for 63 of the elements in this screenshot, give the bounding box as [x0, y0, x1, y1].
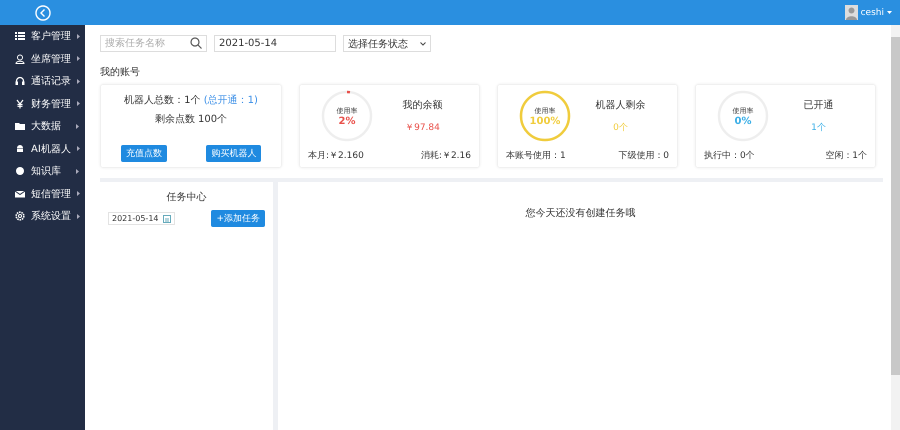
sidebar-item[interactable]: 短信管理 — [0, 182, 85, 205]
mail-icon — [15, 188, 25, 199]
stat-title: 我的余额 — [402, 98, 442, 112]
sidebar-item[interactable]: 知识库 — [0, 160, 85, 182]
task-center-title: 任务中心 — [166, 190, 208, 204]
gauge-percent: 2% — [338, 116, 356, 126]
usage-gauge — [518, 89, 572, 143]
stat-footer-text: 下级使用：0 — [618, 150, 669, 162]
caret-icon — [77, 56, 80, 62]
people-icon — [15, 54, 25, 64]
sidebar-item[interactable]: 大数据 — [0, 115, 85, 138]
stat-footer-text: 本月:￥2.160 — [308, 150, 364, 162]
stat-footer-text: 空闲：1个 — [825, 150, 867, 162]
caret-icon — [76, 124, 79, 129]
stat-value: 1个 — [811, 122, 826, 134]
sidebar-item[interactable]: 系统设置 — [0, 205, 85, 228]
folder-icon — [15, 121, 25, 132]
stat-value: ￥97.84 — [405, 122, 440, 134]
stat-footer-text: 本账号使用：1 — [506, 150, 566, 162]
action-button[interactable]: 充值点数 — [120, 145, 167, 162]
robot-icon — [15, 144, 25, 154]
sidebar-item[interactable]: 坐席管理 — [0, 48, 85, 70]
search-icon — [190, 37, 202, 49]
circle-icon — [15, 166, 25, 176]
caret-icon — [76, 146, 80, 152]
sidebar-item[interactable]: 客户管理 — [0, 25, 85, 48]
sidebar-item[interactable]: 财务管理 — [0, 92, 85, 115]
usage-gauge — [320, 89, 374, 143]
caret-icon — [77, 191, 80, 196]
date-field[interactable]: 2021-05-14 — [214, 35, 336, 52]
gauge-percent: 100% — [530, 116, 560, 126]
caret-icon — [887, 11, 892, 14]
date-field[interactable]: 2021-05-14 — [108, 212, 174, 225]
search-field[interactable]: 搜索任务名称 — [100, 35, 207, 52]
section-title: 我的账号 — [100, 66, 141, 79]
stat-title: 已开通 — [804, 98, 834, 112]
gauge-percent: 0% — [734, 116, 752, 126]
caret-icon — [76, 168, 79, 174]
caret-icon — [77, 78, 80, 84]
sidebar-item[interactable]: AI机器人 — [0, 138, 85, 160]
stat-title: 机器人剩余 — [596, 98, 646, 112]
action-button[interactable]: 购买机器人 — [206, 145, 262, 162]
add-task-button[interactable]: +添加任务 — [211, 210, 265, 227]
robot-total: 机器人总数：1个 — [124, 95, 200, 106]
empty-message: 您今天还没有创建任务哦 — [526, 206, 636, 221]
sidebar-item[interactable]: 通话记录 — [0, 70, 85, 92]
stat-footer-text: 执行中：0个 — [704, 150, 755, 162]
stat-footer-text: 消耗:￥2.16 — [420, 150, 471, 162]
yen-icon — [15, 98, 25, 109]
calendar-icon — [162, 214, 170, 222]
caret-icon — [77, 34, 80, 39]
chevron-icon — [420, 42, 426, 46]
caret-icon — [77, 101, 80, 106]
settings-icon — [15, 211, 25, 222]
points-text: 剩余点数 100个 — [154, 112, 228, 126]
status-dropdown[interactable]: 选择任务状态 — [343, 35, 431, 52]
avatar-icon — [844, 5, 858, 20]
scrollbar[interactable] — [891, 25, 900, 430]
collapse-icon[interactable] — [34, 4, 50, 20]
list-icon — [15, 31, 25, 42]
headset-icon — [15, 76, 25, 86]
stat-value: 0个 — [613, 122, 628, 134]
caret-icon — [77, 214, 80, 219]
